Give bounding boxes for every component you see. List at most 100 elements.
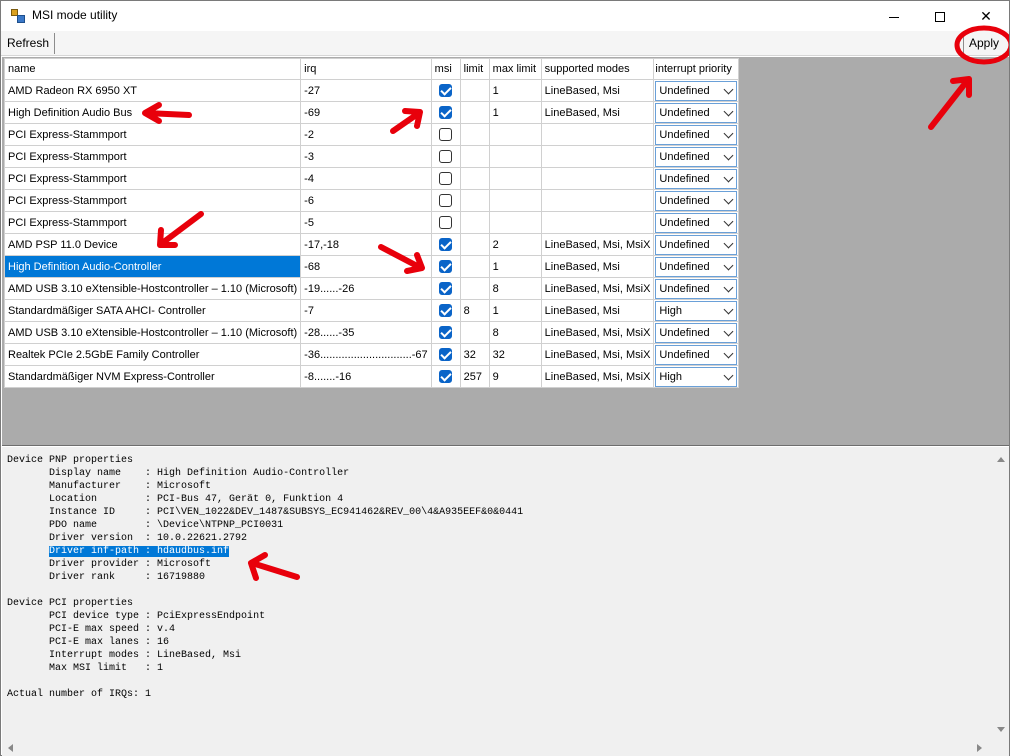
cell-limit[interactable] <box>459 321 490 344</box>
cell-name[interactable]: PCI Express-Stammport <box>3 211 302 234</box>
cell-interrupt-priority[interactable]: Undefined <box>653 321 740 344</box>
table-row[interactable]: PCI Express-Stammport -3 Undefined <box>3 145 740 168</box>
cell-name[interactable]: Realtek PCIe 2.5GbE Family Controller <box>3 343 302 366</box>
cell-irq[interactable]: -6 <box>300 189 432 212</box>
table-row[interactable]: High Definition Audio Bus -69 1 LineBased, … <box>3 101 740 124</box>
cell-msi[interactable] <box>430 211 461 234</box>
cell-interrupt-priority[interactable]: Undefined <box>653 167 740 190</box>
cell-limit[interactable] <box>459 189 490 212</box>
cell-interrupt-priority[interactable]: Undefined <box>653 343 740 366</box>
cell-msi[interactable] <box>430 79 461 102</box>
cell-interrupt-priority[interactable]: Undefined <box>653 211 740 234</box>
cell-irq[interactable]: -69 <box>300 101 432 124</box>
cell-irq[interactable]: -4 <box>300 167 432 190</box>
cell-limit[interactable]: 257 <box>459 365 490 388</box>
cell-name[interactable]: AMD PSP 11.0 Device <box>3 233 302 256</box>
cell-name[interactable]: PCI Express-Stammport <box>3 145 302 168</box>
table-row[interactable]: Realtek PCIe 2.5GbE Family Controller -36… <box>3 343 740 366</box>
priority-dropdown[interactable]: Undefined <box>655 102 738 123</box>
table-row[interactable]: AMD USB 3.10 eXtensible-Hostcontroller –… <box>3 321 740 344</box>
priority-dropdown[interactable]: Undefined <box>655 190 738 211</box>
column-header-name[interactable]: name <box>3 58 302 80</box>
properties-horizontal-scrollbar[interactable] <box>2 740 993 756</box>
table-row[interactable]: AMD USB 3.10 eXtensible-Hostcontroller –… <box>3 277 740 300</box>
minimize-button[interactable] <box>871 1 917 31</box>
cell-msi[interactable] <box>430 167 461 190</box>
priority-dropdown[interactable]: Undefined <box>655 322 738 343</box>
apply-button[interactable]: Apply <box>963 33 1004 54</box>
table-row[interactable]: AMD Radeon RX 6950 XT -27 1 LineBased, Msi U… <box>3 79 740 102</box>
cell-irq[interactable]: -36..............................-67 <box>300 343 432 366</box>
cell-irq[interactable]: -17,-18 <box>300 233 432 256</box>
scroll-down-icon[interactable] <box>997 727 1005 732</box>
priority-dropdown[interactable]: High <box>655 366 738 387</box>
column-header-max-limit[interactable]: max limit <box>488 58 542 80</box>
cell-name[interactable]: High Definition Audio-Controller <box>3 255 302 278</box>
msi-checkbox[interactable] <box>439 216 453 229</box>
cell-interrupt-priority[interactable]: Undefined <box>653 277 740 300</box>
maximize-button[interactable] <box>917 1 963 31</box>
msi-checkbox[interactable] <box>439 260 453 273</box>
cell-irq[interactable]: -5 <box>300 211 432 234</box>
cell-limit[interactable] <box>459 145 490 168</box>
cell-name[interactable]: PCI Express-Stammport <box>3 123 302 146</box>
cell-irq[interactable]: -68 <box>300 255 432 278</box>
priority-dropdown[interactable]: Undefined <box>655 278 738 299</box>
msi-checkbox[interactable] <box>439 348 453 361</box>
cell-limit[interactable] <box>459 277 490 300</box>
cell-irq[interactable]: -2 <box>300 123 432 146</box>
priority-dropdown[interactable]: High <box>655 300 738 321</box>
cell-limit[interactable] <box>459 167 490 190</box>
cell-msi[interactable] <box>430 101 461 124</box>
cell-limit[interactable] <box>459 255 490 278</box>
priority-dropdown[interactable]: Undefined <box>655 234 738 255</box>
msi-checkbox[interactable] <box>439 282 453 295</box>
table-row[interactable]: Standardmäßiger NVM Express-Controller -8… <box>3 365 740 388</box>
cell-irq[interactable]: -7 <box>300 299 432 322</box>
cell-name[interactable]: AMD Radeon RX 6950 XT <box>3 79 302 102</box>
cell-msi[interactable] <box>430 321 461 344</box>
cell-interrupt-priority[interactable]: Undefined <box>653 101 740 124</box>
msi-checkbox[interactable] <box>439 238 453 251</box>
column-header-interrupt-priority[interactable]: interrupt priority <box>653 58 740 80</box>
cell-limit[interactable]: 8 <box>459 299 490 322</box>
column-header-irq[interactable]: irq <box>300 58 432 80</box>
cell-msi[interactable] <box>430 277 461 300</box>
msi-checkbox[interactable] <box>439 150 453 163</box>
table-row[interactable]: PCI Express-Stammport -2 Undefined <box>3 123 740 146</box>
cell-msi[interactable] <box>430 145 461 168</box>
cell-msi[interactable] <box>430 255 461 278</box>
column-header-limit[interactable]: limit <box>459 58 490 80</box>
cell-irq[interactable]: -27 <box>300 79 432 102</box>
msi-checkbox[interactable] <box>439 194 453 207</box>
cell-interrupt-priority[interactable]: Undefined <box>653 233 740 256</box>
table-row[interactable]: PCI Express-Stammport -6 Undefined <box>3 189 740 212</box>
cell-irq[interactable]: -8.......-16 <box>300 365 432 388</box>
priority-dropdown[interactable]: Undefined <box>655 212 738 233</box>
table-row[interactable]: Standardmäßiger SATA AHCI- Controller -7 8… <box>3 299 740 322</box>
priority-dropdown[interactable]: Undefined <box>655 168 738 189</box>
cell-limit[interactable]: 32 <box>459 343 490 366</box>
msi-checkbox[interactable] <box>439 370 453 383</box>
cell-limit[interactable] <box>459 211 490 234</box>
cell-interrupt-priority[interactable]: High <box>653 365 740 388</box>
table-row[interactable]: AMD PSP 11.0 Device -17,-18 2 LineBased, Ms… <box>3 233 740 256</box>
msi-checkbox[interactable] <box>439 172 453 185</box>
cell-msi[interactable] <box>430 123 461 146</box>
table-row[interactable]: PCI Express-Stammport -5 Undefined <box>3 211 740 234</box>
cell-limit[interactable] <box>459 101 490 124</box>
cell-irq[interactable]: -28......-35 <box>300 321 432 344</box>
msi-checkbox[interactable] <box>439 106 453 119</box>
cell-name[interactable]: Standardmäßiger SATA AHCI- Controller <box>3 299 302 322</box>
cell-name[interactable]: High Definition Audio Bus <box>3 101 302 124</box>
priority-dropdown[interactable]: Undefined <box>655 344 738 365</box>
close-button[interactable]: ✕ <box>963 1 1009 31</box>
priority-dropdown[interactable]: Undefined <box>655 124 738 145</box>
cell-interrupt-priority[interactable]: Undefined <box>653 79 740 102</box>
properties-vertical-scrollbar[interactable] <box>993 447 1009 740</box>
column-header-supported-modes[interactable]: supported modes <box>540 58 655 80</box>
cell-interrupt-priority[interactable]: Undefined <box>653 255 740 278</box>
cell-name[interactable]: AMD USB 3.10 eXtensible-Hostcontroller –… <box>3 321 302 344</box>
scroll-left-icon[interactable] <box>8 744 13 752</box>
device-properties-text[interactable]: Device PNP properties Display name : Hig… <box>2 447 993 740</box>
